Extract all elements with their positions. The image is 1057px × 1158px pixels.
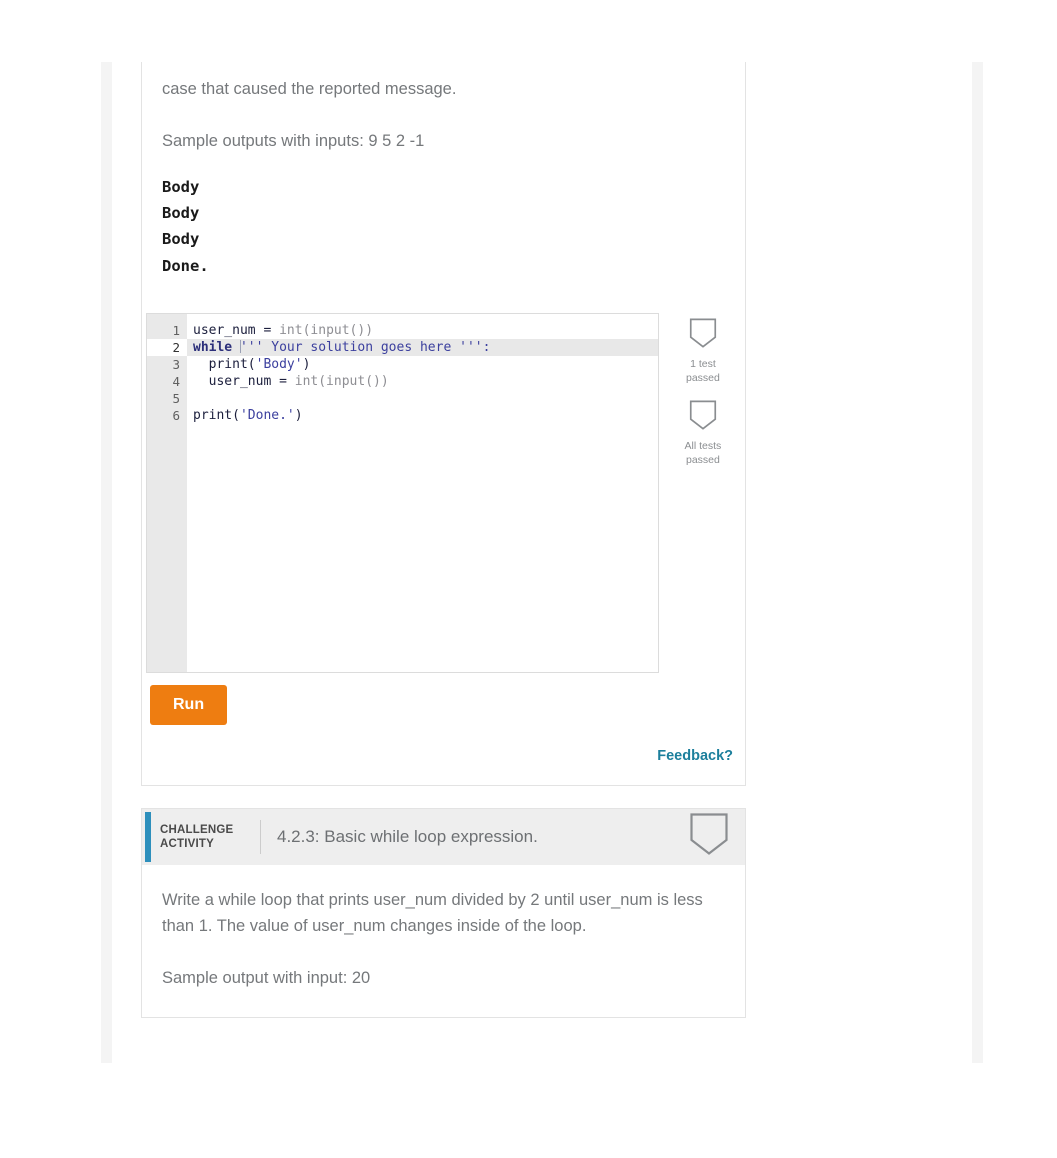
editor-line-number: 5	[172, 390, 180, 406]
test-caption-line-1: All tests	[684, 439, 722, 452]
sample-output-line: Body	[162, 230, 200, 249]
editor-code-area[interactable]: user_num = int(input()) while ''' Your so…	[187, 313, 658, 672]
sample-output-line: Body	[162, 178, 200, 196]
code-token: 'Body'	[255, 356, 303, 372]
editor-code-line[interactable]: user_num = int(input())	[193, 373, 658, 390]
challenge-activity-body: Write a while loop that prints user_num …	[142, 865, 745, 991]
test-caption-line-2: passed	[686, 371, 720, 384]
page-frame: case that caused the reported message. S…	[0, 0, 1057, 1063]
editor-code-line[interactable]: while ''' Your solution goes here ''':	[187, 338, 658, 356]
activity-card-lower: CHALLENGE ACTIVITY 4.2.3: Basic while lo…	[141, 807, 746, 1018]
test-result-item: 1 test passed	[669, 317, 737, 385]
editor-row: 123456 user_num = int(input()) while ''' …	[142, 312, 745, 673]
editor-code-line[interactable]: user_num = int(input())	[193, 322, 658, 339]
code-token: print(	[193, 356, 256, 372]
code-token: =	[263, 322, 280, 338]
shield-badge-icon	[689, 812, 729, 861]
challenge-activity-header: CHALLENGE ACTIVITY 4.2.3: Basic while lo…	[142, 808, 745, 865]
code-token: print(	[193, 407, 240, 423]
page-right-margin-band	[972, 62, 983, 1063]
page-left-margin-band	[101, 62, 112, 1063]
content-column: case that caused the reported message. S…	[141, 62, 746, 1018]
code-token: =	[279, 373, 295, 389]
shield-badge-icon	[669, 399, 737, 436]
editor-line-number: 1	[172, 322, 180, 338]
run-button[interactable]: Run	[150, 684, 228, 725]
challenge-activity-title: 4.2.3: Basic while loop expression.	[277, 826, 538, 846]
challenge-paragraph-2: Sample output with input: 20	[162, 968, 371, 987]
test-caption-line-1: 1 test	[690, 357, 716, 370]
code-token: int(input())	[279, 322, 374, 338]
activity-upper-prose: case that caused the reported message. S…	[142, 62, 745, 154]
code-token: )	[302, 356, 311, 372]
code-token: )	[294, 407, 303, 423]
sample-output-line: Done.	[162, 256, 209, 275]
editor-line-number: 6	[172, 407, 180, 423]
editor-line-number: 2	[147, 338, 187, 356]
challenge-activity-kicker: CHALLENGE ACTIVITY	[160, 823, 252, 851]
challenge-paragraph-1: Write a while loop that prints user_num …	[162, 890, 703, 935]
shield-badge-icon	[669, 317, 737, 354]
sample-output-line: Body	[162, 204, 200, 223]
challenge-kicker-line-1: CHALLENGE	[160, 823, 234, 836]
header-divider	[260, 819, 261, 854]
code-editor[interactable]: 123456 user_num = int(input()) while ''' …	[146, 312, 659, 673]
code-token: ''' Your solution goes here ''':	[239, 339, 491, 355]
prose-paragraph-1: case that caused the reported message.	[162, 80, 457, 98]
code-token: user_num	[193, 373, 280, 389]
prose-paragraph-2: Sample outputs with inputs: 9 5 2 -1	[162, 132, 425, 150]
code-token: user_num	[193, 322, 264, 338]
editor-line-number: 3	[172, 356, 180, 372]
test-result-caption: All tests passed	[669, 439, 737, 467]
editor-code-line[interactable]	[193, 390, 658, 407]
editor-code-line[interactable]: print('Body')	[193, 356, 658, 373]
feedback-row: Feedback?	[142, 725, 745, 785]
test-caption-line-2: passed	[686, 453, 720, 466]
challenge-kicker-line-2: ACTIVITY	[160, 837, 214, 850]
code-token: int(input())	[294, 373, 389, 389]
test-result-item: All tests passed	[669, 399, 737, 467]
code-token: while	[193, 339, 240, 355]
test-results-panel: 1 test passed All tests passed	[669, 313, 737, 481]
run-button-row: Run	[142, 673, 745, 725]
code-token: 'Done.'	[239, 407, 295, 423]
editor-line-number-gutter: 123456	[147, 313, 187, 672]
feedback-link[interactable]: Feedback?	[657, 748, 733, 764]
test-result-caption: 1 test passed	[669, 357, 737, 385]
editor-code-line[interactable]: print('Done.')	[193, 407, 658, 424]
challenge-accent-bar	[145, 811, 151, 862]
sample-output-block: Body Body Body Done.	[142, 174, 745, 279]
activity-card-upper: case that caused the reported message. S…	[141, 62, 746, 786]
editor-line-number: 4	[172, 373, 180, 389]
